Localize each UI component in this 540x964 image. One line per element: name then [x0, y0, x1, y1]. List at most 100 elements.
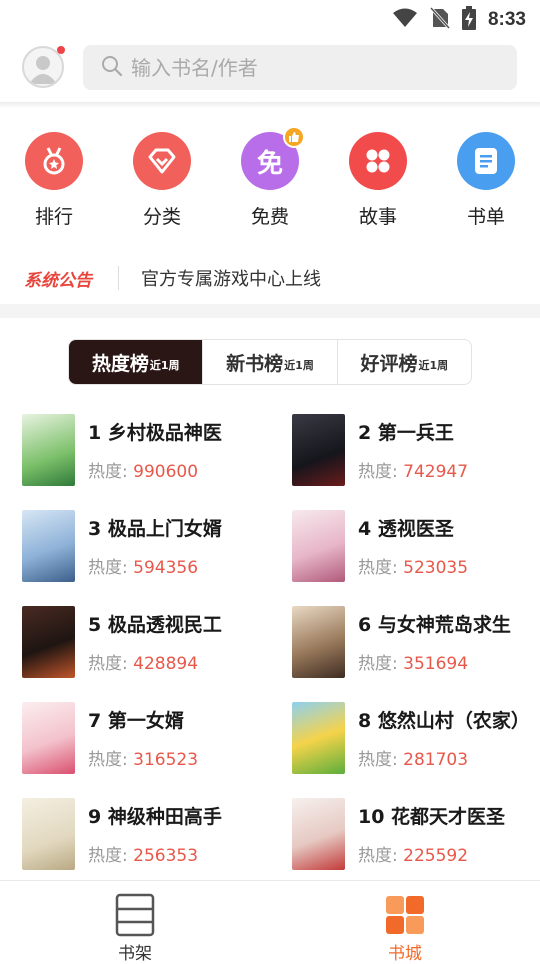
book-cover [22, 606, 75, 678]
book-heat: 热度: 256353 [88, 841, 198, 866]
heat-value: 256353 [133, 846, 199, 866]
heat-value: 428894 [133, 654, 199, 674]
heat-label: 热度: [358, 654, 404, 674]
battery-charging-icon [461, 6, 476, 34]
tab-label: 好评榜 [360, 352, 418, 375]
list-icon [457, 132, 515, 190]
book-heat: 热度: 594356 [88, 553, 198, 578]
book-item[interactable]: 8 悠然山村（农家） 热度: 281703 [292, 692, 540, 774]
diamond-icon [133, 132, 191, 190]
book-heat: 热度: 428894 [88, 649, 198, 674]
book-heat: 热度: 225592 [358, 841, 468, 866]
book-item[interactable]: 3 极品上门女婿 热度: 594356 [22, 500, 272, 582]
heat-label: 热度: [358, 558, 404, 578]
notice-tag: 系统公告 [24, 270, 92, 291]
category-free[interactable]: 免 免费 [230, 126, 310, 229]
book-item[interactable]: 7 第一女婿 热度: 316523 [22, 692, 272, 774]
category-label: 故事 [358, 206, 397, 228]
notification-dot [57, 46, 65, 54]
tab-sub: 近1周 [418, 359, 449, 372]
free-icon: 免 [241, 126, 305, 190]
user-icon [29, 56, 57, 84]
book-item[interactable]: 10 花都天才医圣 热度: 225592 [292, 788, 540, 870]
heat-label: 热度: [88, 654, 134, 674]
bookshelf-icon [115, 893, 155, 937]
book-title: 8 悠然山村（农家） [358, 710, 530, 732]
bookstore-icon [385, 893, 425, 937]
book-item[interactable]: 4 透视医圣 热度: 523035 [292, 500, 540, 582]
book-item[interactable]: 6 与女神荒岛求生 热度: 351694 [292, 596, 540, 678]
heat-value: 990600 [133, 462, 199, 482]
tab-hot[interactable]: 热度榜 近1周 [69, 340, 204, 384]
book-title: 10 花都天才医圣 [358, 806, 506, 828]
book-cover [292, 414, 345, 486]
tab-label: 热度榜 [91, 352, 149, 375]
tab-new[interactable]: 新书榜 近1周 [203, 340, 338, 384]
grid-icon [349, 132, 407, 190]
book-cover [22, 798, 75, 870]
tab-rated[interactable]: 好评榜 近1周 [338, 340, 471, 384]
notice-text: 官方专属游戏中心上线 [141, 269, 321, 290]
status-time: 8:33 [487, 9, 526, 30]
heat-label: 热度: [358, 846, 404, 866]
book-heat: 热度: 523035 [358, 553, 468, 578]
book-title: 2 第一兵王 [358, 422, 454, 444]
medal-icon [25, 132, 83, 190]
book-cover [292, 606, 345, 678]
bottom-nav: 书架 书城 [0, 880, 540, 964]
heat-label: 热度: [358, 462, 404, 482]
heat-label: 热度: [88, 750, 134, 770]
header-shadow [0, 102, 540, 108]
tab-label: 新书榜 [226, 352, 284, 375]
heat-value: 281703 [403, 750, 469, 770]
heat-value: 225592 [403, 846, 469, 866]
thumbs-up-icon [283, 126, 305, 148]
book-cover [292, 702, 345, 774]
category-shortcuts: 排行 分类 免 免费 故事 书单 [0, 126, 540, 238]
book-title: 7 第一女婿 [88, 710, 184, 732]
system-notice[interactable]: 系统公告 官方专属游戏中心上线 [0, 258, 540, 298]
notice-divider [118, 266, 119, 290]
book-cover [22, 702, 75, 774]
tab-sub: 近1周 [284, 359, 314, 372]
heat-value: 523035 [403, 558, 469, 578]
tab-sub: 近1周 [149, 359, 180, 372]
nav-bookstore[interactable]: 书城 [345, 881, 465, 964]
search-input[interactable] [131, 55, 491, 80]
book-heat: 热度: 316523 [88, 745, 198, 770]
heat-value: 351694 [403, 654, 469, 674]
category-label: 免费 [250, 206, 289, 228]
search-icon [101, 55, 123, 81]
search-bar[interactable] [83, 45, 517, 90]
book-cover [22, 414, 75, 486]
book-heat: 热度: 351694 [358, 649, 468, 674]
book-title: 4 透视医圣 [358, 518, 454, 540]
free-icon-text: 免 [256, 148, 283, 179]
book-item[interactable]: 9 神级种田高手 热度: 256353 [22, 788, 272, 870]
category-story[interactable]: 故事 [338, 128, 418, 229]
section-divider [0, 304, 540, 318]
book-heat: 热度: 742947 [358, 457, 468, 482]
heat-value: 594356 [133, 558, 199, 578]
heat-label: 热度: [88, 558, 134, 578]
book-heat: 热度: 990600 [88, 457, 198, 482]
nav-label: 书城 [388, 944, 422, 964]
heat-value: 316523 [133, 750, 199, 770]
category-label: 分类 [142, 206, 181, 228]
book-cover [22, 510, 75, 582]
book-title: 5 极品透视民工 [88, 614, 222, 636]
category-label: 书单 [466, 206, 505, 228]
heat-label: 热度: [88, 462, 134, 482]
category-booklist[interactable]: 书单 [446, 128, 526, 229]
no-sim-icon [429, 6, 451, 33]
book-cover [292, 798, 345, 870]
book-item[interactable]: 5 极品透视民工 热度: 428894 [22, 596, 272, 678]
category-ranking[interactable]: 排行 [14, 128, 94, 229]
heat-label: 热度: [358, 750, 404, 770]
book-item[interactable]: 2 第一兵王 热度: 742947 [292, 404, 540, 486]
book-item[interactable]: 1 乡村极品神医 热度: 990600 [22, 404, 272, 486]
category-classify[interactable]: 分类 [122, 128, 202, 229]
book-heat: 热度: 281703 [358, 745, 468, 770]
nav-bookshelf[interactable]: 书架 [75, 881, 195, 964]
book-title: 9 神级种田高手 [88, 806, 222, 828]
